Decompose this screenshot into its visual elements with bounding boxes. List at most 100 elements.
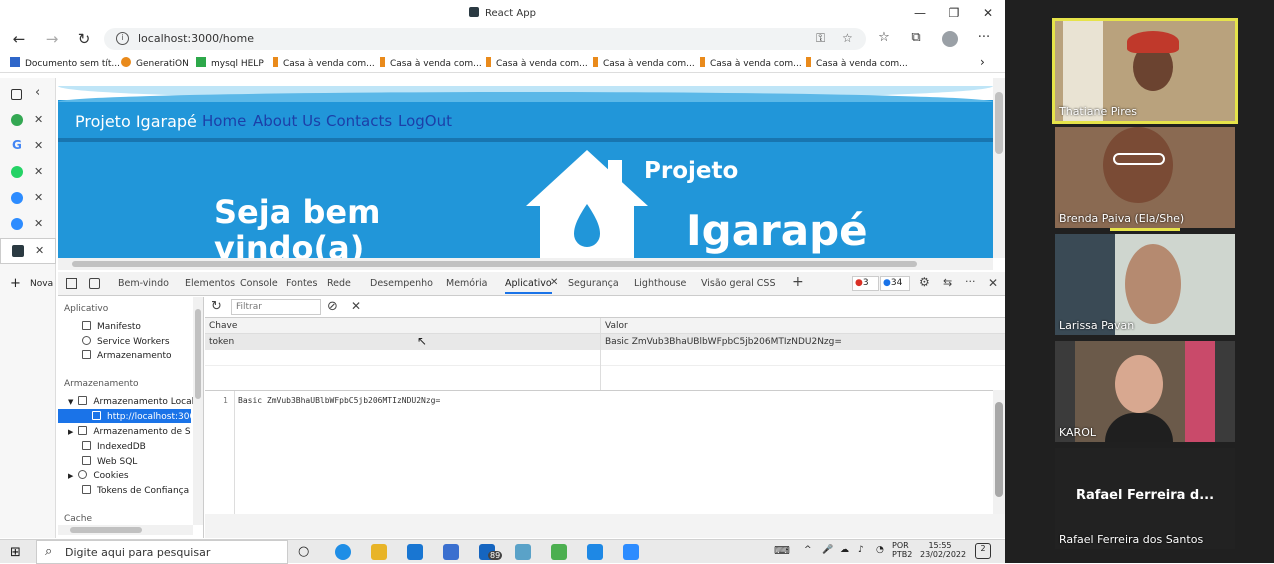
collections-icon[interactable]: ⧉: [905, 30, 927, 45]
vertical-tab[interactable]: ✕: [0, 160, 56, 186]
keyboard-icon[interactable]: ⌨: [774, 544, 790, 557]
tab-actions[interactable]: ‹: [0, 82, 56, 108]
app-icon[interactable]: [551, 544, 567, 560]
participant-tile[interactable]: Larissa Pavan: [1055, 234, 1235, 335]
sidebar-item-web-sql[interactable]: Web SQL: [82, 456, 137, 467]
vertical-tab[interactable]: ✕: [0, 212, 56, 238]
vertical-tab[interactable]: ✕: [0, 108, 56, 134]
filter-input[interactable]: Filtrar: [231, 299, 321, 315]
address-bar[interactable]: i localhost:3000/home ⚿ ☆: [104, 28, 866, 50]
zoom-icon[interactable]: [623, 544, 639, 560]
column-header-key[interactable]: Chave: [205, 318, 600, 334]
reload-button[interactable]: ↻: [73, 30, 95, 48]
close-window-button[interactable]: ✕: [980, 6, 996, 20]
participant-tile[interactable]: Brenda Paiva (Ela/She): [1055, 127, 1235, 228]
clock[interactable]: 15:55 23/02/2022: [920, 541, 966, 559]
app-icon[interactable]: [407, 544, 423, 560]
bookmark-item[interactable]: Casa à venda com...: [806, 57, 908, 69]
edge-icon[interactable]: [335, 544, 351, 560]
windows-start-icon[interactable]: ⊞: [10, 545, 21, 560]
delete-selected-icon[interactable]: ✕: [351, 299, 361, 313]
close-tab-icon[interactable]: ✕: [35, 244, 44, 257]
microphone-icon[interactable]: 🎤: [822, 545, 833, 555]
tab-bem-vindo[interactable]: Bem-vindo: [118, 278, 169, 289]
collapse-icon[interactable]: ‹: [35, 85, 40, 100]
info-icon[interactable]: i: [116, 32, 129, 45]
close-tab-icon[interactable]: ✕: [34, 165, 43, 178]
sidebar-scrollbar[interactable]: [193, 297, 203, 525]
clear-all-icon[interactable]: ⊘: [327, 299, 338, 314]
chevron-right-icon[interactable]: ›: [980, 55, 985, 69]
bookmark-item[interactable]: Casa à venda com...: [486, 57, 588, 69]
tab-lighthouse[interactable]: Lighthouse: [634, 278, 686, 289]
column-header-value[interactable]: Valor: [601, 318, 1005, 334]
sidebar-item-indexeddb[interactable]: IndexedDB: [82, 441, 146, 452]
sidebar-h-scrollbar[interactable]: [58, 525, 193, 535]
page-horizontal-scrollbar[interactable]: [58, 258, 993, 270]
sidebar-item-cookies[interactable]: ▶ Cookies: [68, 470, 129, 481]
minimize-button[interactable]: —: [912, 6, 928, 20]
scroll-thumb[interactable]: [995, 92, 1003, 154]
device-toolbar-icon[interactable]: [89, 278, 100, 289]
back-button[interactable]: ←: [8, 30, 30, 48]
sidebar-item-trust-tokens[interactable]: Tokens de Confiança: [82, 485, 189, 496]
participant-tile-no-video[interactable]: Rafael Ferreira d... Rafael Ferreira dos…: [1055, 448, 1235, 549]
refresh-icon[interactable]: ↻: [211, 299, 222, 314]
tab-aplicativo[interactable]: Aplicativo: [505, 278, 552, 294]
sidebar-item-localhost-selected[interactable]: http://localhost:3000: [58, 409, 201, 423]
tab-console[interactable]: Console: [240, 278, 278, 289]
restore-button[interactable]: ❐: [946, 6, 962, 20]
bookmark-item[interactable]: GeneratiON: [121, 57, 189, 69]
nav-link-home[interactable]: Home: [202, 112, 246, 130]
add-tab-icon[interactable]: +: [792, 274, 804, 290]
site-brand[interactable]: Projeto Igarapé: [75, 112, 197, 131]
scroll-thumb[interactable]: [72, 261, 917, 267]
table-cell-key[interactable]: token: [205, 334, 600, 350]
settings-menu-button[interactable]: ···: [973, 30, 995, 45]
expand-arrow-icon[interactable]: ▼: [68, 398, 73, 406]
preview-scrollbar[interactable]: [993, 390, 1005, 514]
close-devtools-icon[interactable]: ✕: [988, 276, 998, 290]
bookmark-item[interactable]: Casa à venda com...: [380, 57, 482, 69]
inspect-icon[interactable]: [66, 278, 77, 289]
close-tab-icon[interactable]: ✕: [34, 139, 43, 152]
favorite-star-icon[interactable]: ☆: [842, 31, 853, 45]
chevron-up-icon[interactable]: ^: [804, 545, 812, 555]
tab-memoria[interactable]: Memória: [446, 278, 487, 289]
bookmark-item[interactable]: Documento sem tít...: [10, 57, 120, 69]
favorites-icon[interactable]: ☆: [873, 30, 895, 45]
gear-icon[interactable]: ⚙: [919, 275, 930, 289]
store-icon[interactable]: [443, 544, 459, 560]
sidebar-item-local-storage[interactable]: ▼ Armazenamento Local: [68, 396, 194, 407]
close-tab-icon[interactable]: ✕: [34, 113, 43, 126]
tab-visao-geral-css[interactable]: Visão geral CSS: [701, 278, 776, 289]
scroll-thumb[interactable]: [195, 309, 201, 399]
volume-icon[interactable]: ♪: [858, 545, 864, 555]
bookmark-item[interactable]: mysql HELP: [196, 57, 264, 69]
page-vertical-scrollbar[interactable]: [993, 78, 1005, 258]
app-icon[interactable]: [515, 544, 531, 560]
participant-tile[interactable]: KAROL: [1055, 341, 1235, 442]
profile-avatar[interactable]: [942, 31, 958, 47]
close-tab-icon[interactable]: ✕: [34, 191, 43, 204]
close-tab-icon[interactable]: ✕: [550, 277, 558, 288]
wifi-icon[interactable]: ◔: [876, 545, 884, 555]
sidebar-item-session-storage[interactable]: ▶Armazenamento de Sessão: [68, 426, 191, 437]
bookmark-item[interactable]: Casa à venda com...: [593, 57, 695, 69]
expand-arrow-icon[interactable]: ▶: [68, 428, 73, 436]
bookmark-item[interactable]: Casa à venda com...: [700, 57, 802, 69]
sidebar-item-armazenamento[interactable]: Armazenamento: [82, 350, 172, 361]
notification-icon[interactable]: 2: [975, 543, 991, 559]
file-explorer-icon[interactable]: [371, 544, 387, 560]
participant-tile-active[interactable]: Thatiane Pires: [1052, 18, 1238, 124]
key-icon[interactable]: ⚿: [816, 31, 825, 46]
bookmark-item[interactable]: Casa à venda com...: [273, 57, 375, 69]
vscode-icon[interactable]: [587, 544, 603, 560]
messages-badge[interactable]: ●34: [880, 276, 910, 291]
scroll-thumb[interactable]: [70, 527, 142, 533]
tab-fontes[interactable]: Fontes: [286, 278, 317, 289]
errors-badge[interactable]: ●3: [852, 276, 879, 291]
sidebar-item-manifesto[interactable]: Manifesto: [82, 321, 141, 332]
nav-link-contacts[interactable]: Contacts: [326, 112, 392, 130]
tab-desempenho[interactable]: Desempenho: [370, 278, 433, 289]
